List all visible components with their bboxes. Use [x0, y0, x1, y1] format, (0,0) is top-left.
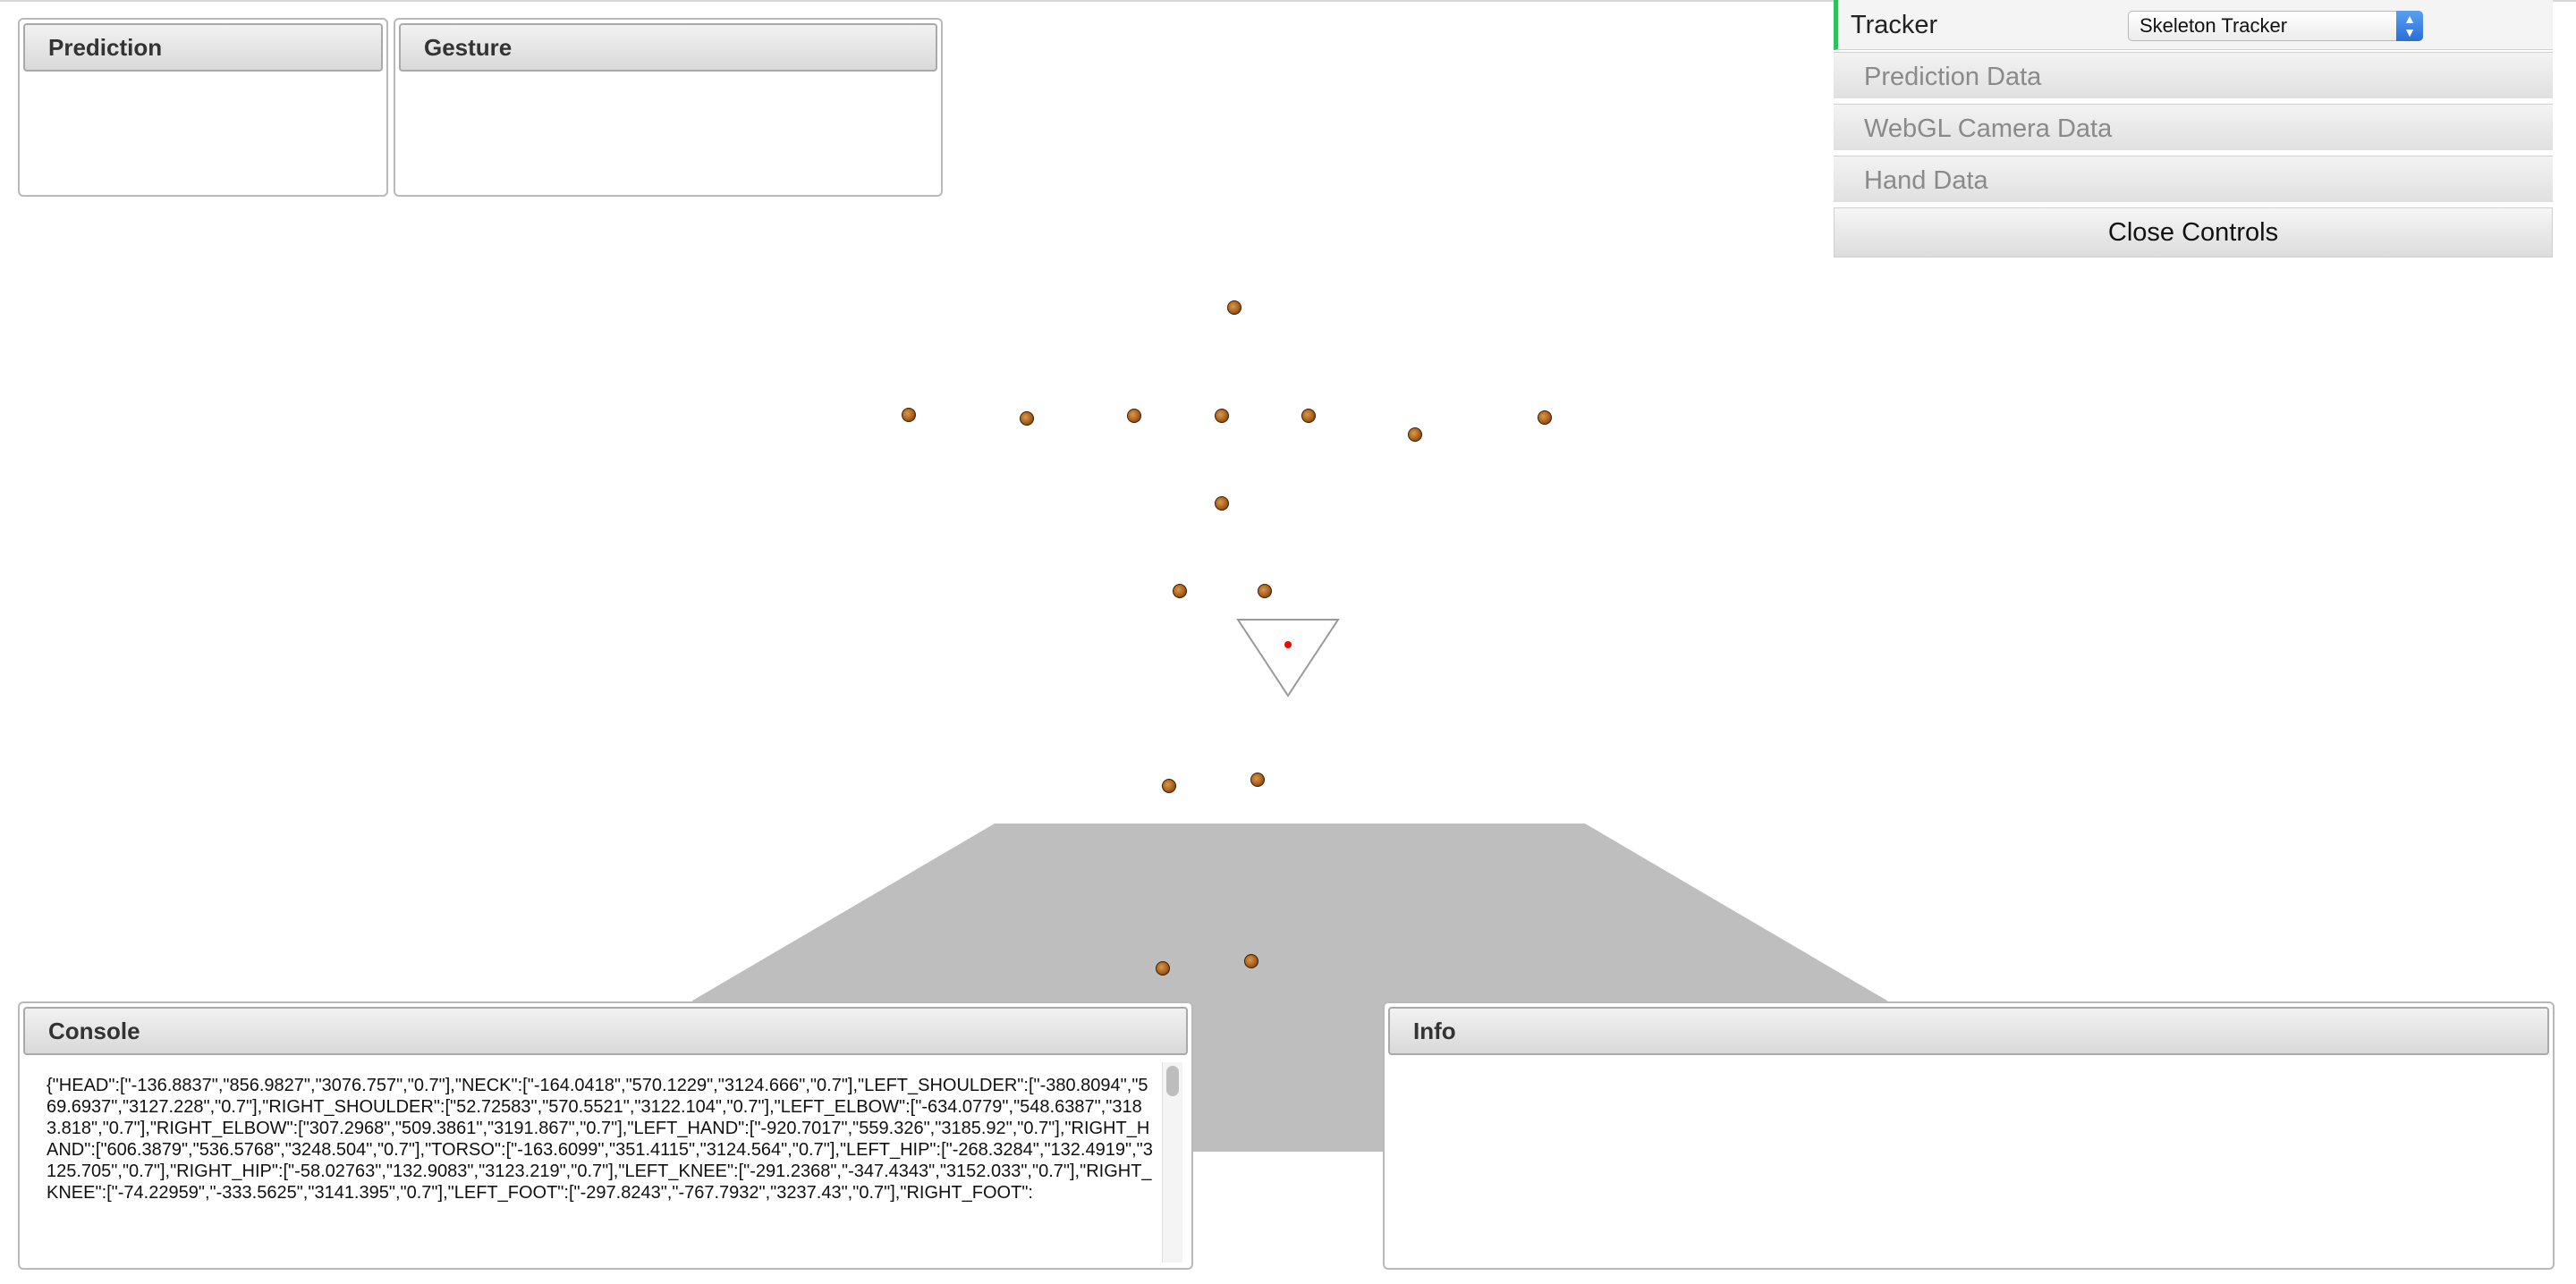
joint-torso	[1215, 496, 1229, 511]
joint-left-foot	[1156, 961, 1170, 976]
joint-right-foot	[1244, 954, 1258, 968]
camera-marker-icon	[1236, 619, 1340, 697]
tracker-row: Tracker Skeleton Tracker ▲ ▼	[1834, 0, 2553, 50]
joint-left-hip	[1173, 584, 1187, 598]
joint-neck	[1215, 409, 1229, 423]
joint-right-knee	[1250, 773, 1265, 787]
console-output[interactable]: {"HEAD":["-136.8837","856.9827","3076.75…	[47, 1075, 1156, 1263]
console-panel: Console {"HEAD":["-136.8837","856.9827",…	[18, 1001, 1193, 1270]
tracker-label: Tracker	[1851, 11, 1938, 39]
info-panel-title: Info	[1388, 1007, 2549, 1055]
joint-right-hip	[1258, 584, 1272, 598]
joint-right-elbow	[1408, 427, 1422, 442]
folder-hand-data[interactable]: Hand Data	[1834, 156, 2553, 204]
joint-right-shoulder	[1301, 409, 1316, 423]
console-panel-title: Console	[23, 1007, 1188, 1055]
tracker-select-value: Skeleton Tracker	[2140, 14, 2288, 37]
close-controls-button[interactable]: Close Controls	[1834, 207, 2553, 258]
folder-prediction-data[interactable]: Prediction Data	[1834, 52, 2553, 100]
joint-left-elbow	[1020, 411, 1034, 426]
joint-right-hand	[1538, 410, 1552, 425]
joint-left-knee	[1162, 779, 1176, 793]
joint-left-shoulder	[1127, 409, 1141, 423]
info-panel: Info	[1383, 1001, 2555, 1270]
joint-head	[1227, 300, 1241, 315]
joint-left-hand	[902, 408, 916, 422]
console-scrollbar[interactable]	[1162, 1062, 1182, 1263]
folder-webgl-camera-data[interactable]: WebGL Camera Data	[1834, 104, 2553, 152]
tracker-select[interactable]: Skeleton Tracker ▲ ▼	[2128, 11, 2423, 41]
console-scroll-thumb[interactable]	[1166, 1066, 1179, 1096]
select-arrows-icon: ▲ ▼	[2396, 11, 2423, 41]
